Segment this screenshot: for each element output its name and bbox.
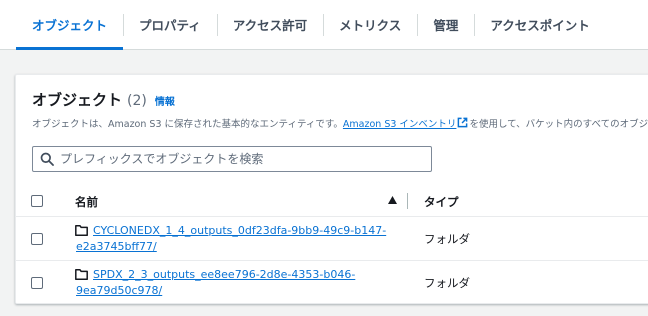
folder-link[interactable]: SPDX_2_3_outputs_ee8ee796-2d8e-4353-b046…	[76, 267, 393, 299]
panel-header: オブジェクト (2) 情報 オブジェクトは、Amazon S3 に保存された基本…	[32, 89, 648, 130]
type-cell: フォルダ	[424, 276, 470, 290]
description-suffix: を使用して、バケット内のすべてのオブジ	[469, 119, 648, 130]
tab-properties[interactable]: プロパティ	[123, 0, 217, 49]
folder-name-line1[interactable]: SPDX_2_3_outputs_ee8ee796-2d8e-4353-b046…	[93, 268, 355, 281]
tab-metrics[interactable]: メトリクス	[323, 0, 417, 49]
folder-link[interactable]: CYCLONEDX_1_4_outputs_0df23dfa-9bb9-49c9…	[76, 223, 393, 255]
table-row: CYCLONEDX_1_4_outputs_0df23dfa-9bb9-49c9…	[16, 217, 648, 261]
panel-title: オブジェクト	[32, 91, 123, 109]
panel-description: オブジェクトは、Amazon S3 に保存された基本的なエンティティです。Ama…	[32, 116, 648, 130]
folder-name-line2[interactable]: 9ea79d50c978/	[76, 283, 393, 299]
description-text: オブジェクトは、Amazon S3 に保存された基本的なエンティティです。	[32, 119, 343, 130]
select-all-checkbox[interactable]	[31, 195, 43, 207]
external-link-icon[interactable]	[457, 117, 468, 128]
tab-objects[interactable]: オブジェクト	[16, 0, 124, 50]
folder-icon	[75, 269, 88, 280]
column-header-name[interactable]: 名前	[75, 194, 98, 210]
table-row: SPDX_2_3_outputs_ee8ee796-2d8e-4353-b046…	[16, 261, 648, 303]
column-header-type[interactable]: タイプ	[424, 194, 459, 210]
table-header: 名前 タイプ	[16, 185, 648, 217]
tab-access-points[interactable]: アクセスポイント	[474, 0, 605, 49]
title-row: オブジェクト (2) 情報	[32, 89, 648, 110]
folder-name-line2[interactable]: e2a3745bff77/	[76, 239, 393, 255]
info-link[interactable]: 情報	[155, 93, 175, 108]
folder-icon	[75, 225, 88, 236]
object-count: (2)	[127, 93, 147, 109]
tab-bar: オブジェクト プロパティ アクセス許可 メトリクス 管理 アクセスポイント	[0, 0, 648, 50]
tab-management[interactable]: 管理	[417, 0, 474, 49]
column-resizer[interactable]	[407, 193, 408, 209]
folder-name-line1[interactable]: CYCLONEDX_1_4_outputs_0df23dfa-9bb9-49c9…	[93, 224, 386, 237]
row-checkbox[interactable]	[31, 277, 43, 289]
objects-panel: オブジェクト (2) 情報 オブジェクトは、Amazon S3 に保存された基本…	[15, 74, 648, 304]
search-box[interactable]	[32, 146, 432, 172]
tab-permissions[interactable]: アクセス許可	[216, 0, 323, 49]
search-icon	[40, 152, 54, 166]
search-input[interactable]	[60, 152, 420, 166]
type-cell: フォルダ	[424, 232, 470, 246]
sort-ascending-icon[interactable]	[388, 196, 397, 204]
inventory-link[interactable]: Amazon S3 インベントリ	[343, 119, 457, 130]
row-checkbox[interactable]	[31, 233, 43, 245]
